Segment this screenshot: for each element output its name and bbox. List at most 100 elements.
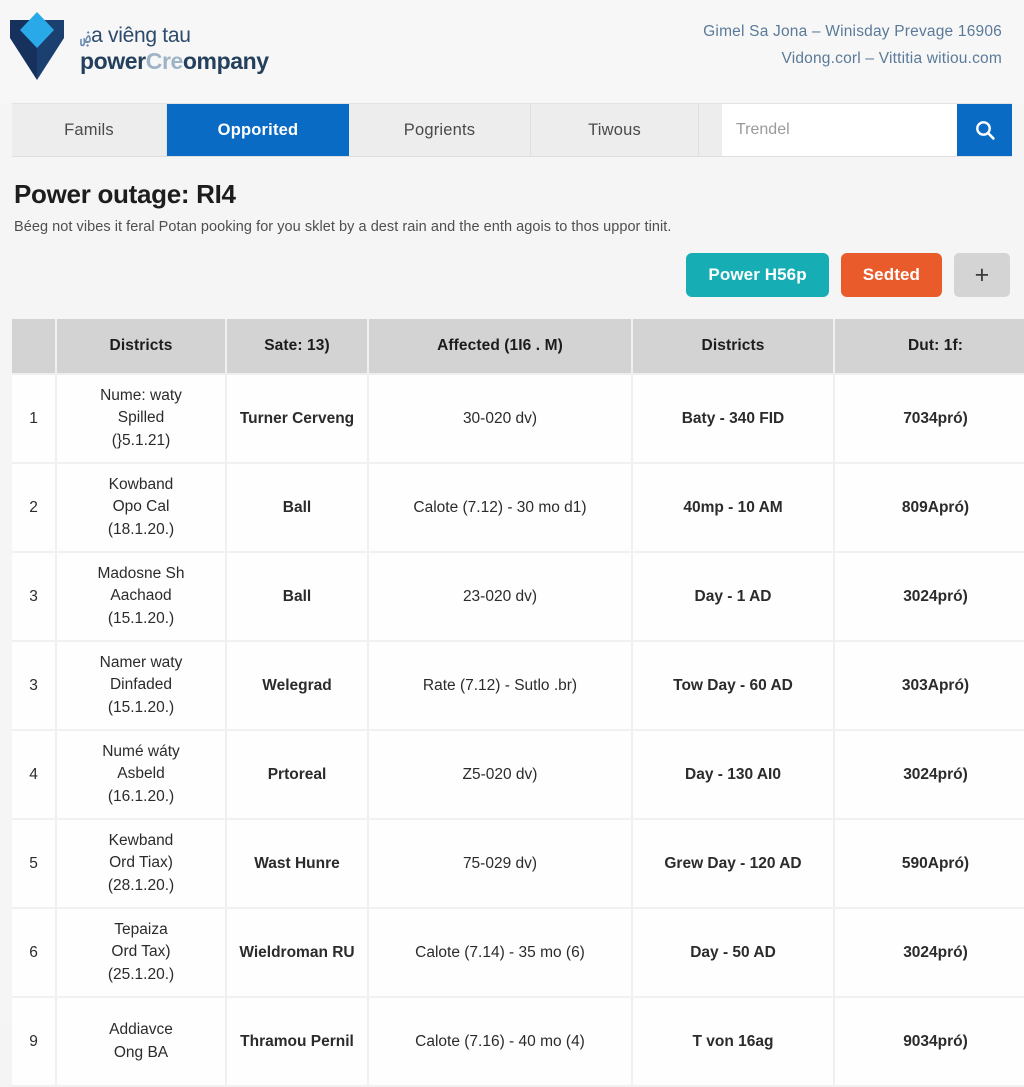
table-row[interactable]: 3 Namer waty Dinfaded (15.1.20.) Welegrad Rat… — [12, 641, 1024, 731]
table-row[interactable]: 2 Kowband Opo Cal (18.1.20.) Ball Calote (7.1… — [12, 463, 1024, 553]
row-district: 40mp - 10 AM — [632, 463, 835, 553]
row-dut: 303Apró) — [834, 641, 1024, 731]
row-dut: 3024pró) — [834, 552, 1024, 642]
search-input[interactable] — [722, 104, 957, 156]
table-row[interactable]: 9 Addiavce Ong BA Thramou Pernil Calote (7.1… — [12, 997, 1024, 1087]
company-logo-icon — [6, 8, 68, 86]
brand-text: ۻa viêng tau powerCreompany — [80, 21, 269, 73]
row-index: 9 — [12, 997, 57, 1087]
table-head: Districts Sate: 13) Affected (1I6 . M) D… — [12, 319, 1024, 375]
row-district-name[interactable]: Addiavce Ong BA — [56, 997, 227, 1087]
row-district-name-line-1: Tepaiza — [114, 920, 168, 938]
column-header-districts[interactable]: Districts — [56, 319, 227, 375]
row-district-name-line-1: Kowband — [108, 475, 174, 493]
table-row[interactable]: 3 Madosne Sh Aachaod (15.1.20.) Ball 23-020 d… — [12, 552, 1024, 642]
row-district-name[interactable]: Kowband Opo Cal (18.1.20.) — [56, 463, 227, 553]
row-sate: Welegrad — [226, 641, 369, 731]
column-header-dut[interactable]: Dut: 1f: — [834, 319, 1024, 375]
contact-line-2[interactable]: Vidong.corl – Vittitia witiou.com — [703, 45, 1002, 72]
row-dut: 590Apró) — [834, 819, 1024, 909]
table-row[interactable]: 4 Numé wáty Asbeld (16.1.20.) Prtoreal Z5-020… — [12, 730, 1024, 820]
row-sate: Turner Cerveng — [226, 374, 369, 464]
row-index: 3 — [12, 641, 57, 731]
row-affected: Z5-020 dv) — [368, 730, 633, 820]
selected-button[interactable]: Sedted — [840, 253, 942, 297]
row-index: 3 — [12, 552, 57, 642]
row-index: 6 — [12, 908, 57, 998]
row-district: Day - 130 AI0 — [632, 730, 835, 820]
row-index: 5 — [12, 819, 57, 909]
row-district-name-line-3: (18.1.20.) — [107, 520, 175, 538]
add-button[interactable]: + — [954, 253, 1010, 297]
row-district: Day - 50 AD — [632, 908, 835, 998]
row-district-name-line-1: Numé wáty — [102, 742, 180, 760]
nav-item-famils[interactable]: Famils — [12, 104, 167, 156]
row-district-name[interactable]: Madosne Sh Aachaod (15.1.20.) — [56, 552, 227, 642]
contact-line-1: Gimel Sa Jona – Winisday Prevage 16906 — [703, 23, 1002, 40]
row-affected: Calote (7.12) - 30 mo d1) — [368, 463, 633, 553]
column-header-index[interactable] — [12, 319, 57, 375]
page-root: ۻa viêng tau powerCreompany Gimel Sa Jon… — [0, 0, 1024, 1087]
nav-item-opporited[interactable]: Opporited — [167, 104, 349, 156]
page-description: Béeg not vibes it feral Potan pooking fo… — [14, 219, 672, 235]
action-button-group: Power H56p Sedted + — [12, 253, 1012, 297]
row-district-name-line-2: Aachaod — [110, 587, 172, 605]
main-navigation: Famils Opporited Pogrients Tiwous — [12, 103, 1012, 157]
row-sate: Ball — [226, 463, 369, 553]
row-district-name[interactable]: Nume: waty Spilled (}5.1.21) — [56, 374, 227, 464]
row-district-name-line-2: Asbeld — [117, 765, 165, 783]
row-district-name-line-3: (15.1.20.) — [107, 698, 175, 716]
row-district: Tow Day - 60 AD — [632, 641, 835, 731]
row-district: Baty - 340 FID — [632, 374, 835, 464]
row-district-name[interactable]: Namer waty Dinfaded (15.1.20.) — [56, 641, 227, 731]
table-row[interactable]: 6 Tepaiza Ord Tax) (25.1.20.) Wieldroman RU C… — [12, 908, 1024, 998]
row-sate: Wieldroman RU — [226, 908, 369, 998]
row-district-name-line-3: (28.1.20.) — [107, 876, 175, 894]
search-box — [722, 104, 1012, 156]
column-header-districts-2[interactable]: Districts — [632, 319, 835, 375]
nav-item-tiwous[interactable]: Tiwous — [531, 104, 699, 156]
row-index: 4 — [12, 730, 57, 820]
row-district-name[interactable]: Tepaiza Ord Tax) (25.1.20.) — [56, 908, 227, 998]
brand-scribble-glyph: ۻ — [80, 26, 92, 48]
row-district-name-line-3: (16.1.20.) — [107, 787, 175, 805]
row-district-name-line-2: Dinfaded — [109, 676, 173, 694]
row-affected: 30-020 dv) — [368, 374, 633, 464]
row-district-name[interactable]: Numé wáty Asbeld (16.1.20.) — [56, 730, 227, 820]
row-district-name-line-2: Spilled — [117, 409, 165, 427]
row-district-name-line-1: Kewband — [108, 831, 174, 849]
search-icon — [975, 121, 995, 140]
table-row[interactable]: 1 Nume: waty Spilled (}5.1.21) Turner Cerven… — [12, 374, 1024, 464]
row-affected: Calote (7.16) - 40 mo (4) — [368, 997, 633, 1087]
outage-table-container: Districts Sate: 13) Affected (1I6 . M) D… — [12, 319, 1024, 1087]
brand-line-1: ۻa viêng tau — [80, 23, 269, 48]
row-district: Day - 1 AD — [632, 552, 835, 642]
row-sate: Wast Hunre — [226, 819, 369, 909]
row-index: 2 — [12, 463, 57, 553]
row-district-name[interactable]: Kewband Ord Tiax) (28.1.20.) — [56, 819, 227, 909]
brand-logo[interactable]: ۻa viêng tau powerCreompany — [0, 0, 269, 86]
outage-table: Districts Sate: 13) Affected (1I6 . M) D… — [12, 319, 1024, 1087]
column-header-sate[interactable]: Sate: 13) — [226, 319, 369, 375]
row-dut: 3024pró) — [834, 908, 1024, 998]
power-help-button[interactable]: Power H56p — [686, 253, 829, 297]
page-title: Power outage: RI4 — [14, 179, 236, 209]
row-district-name-line-2: Ord Tax) — [111, 943, 171, 961]
row-district-name-line-1: Madosne Sh — [97, 564, 185, 582]
row-dut: 809Apró) — [834, 463, 1024, 553]
row-index: 1 — [12, 374, 57, 464]
column-header-affected[interactable]: Affected (1I6 . M) — [368, 319, 633, 375]
row-dut: 9034pró) — [834, 997, 1024, 1087]
table-row[interactable]: 5 Kewband Ord Tiax) (28.1.20.) Wast Hunre 75-… — [12, 819, 1024, 909]
nav-item-pogrients[interactable]: Pogrients — [349, 104, 531, 156]
row-dut: 7034pró) — [834, 374, 1024, 464]
search-button[interactable] — [957, 104, 1012, 156]
row-district: Grew Day - 120 AD — [632, 819, 835, 909]
brand-line-1-text: a viêng tau — [91, 23, 191, 47]
row-dut: 3024pró) — [834, 730, 1024, 820]
row-district-name-line-1: Nume: waty — [100, 386, 182, 404]
row-district-name-line-3: (25.1.20.) — [107, 965, 175, 983]
brand-line-2: powerCreompany — [80, 49, 269, 73]
table-header-row: Districts Sate: 13) Affected (1I6 . M) D… — [12, 319, 1024, 375]
